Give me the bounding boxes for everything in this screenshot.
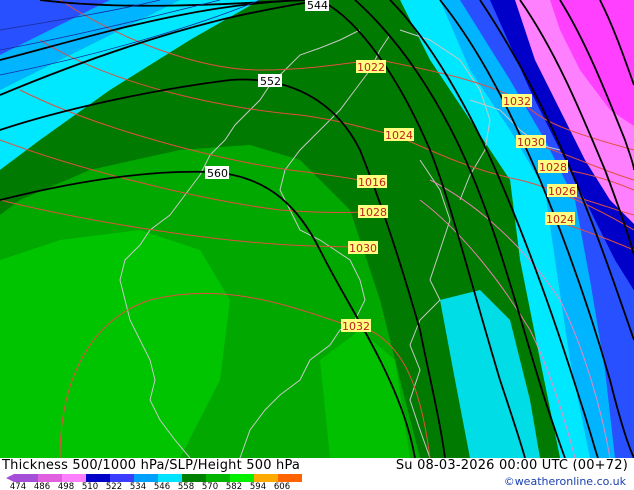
legend-swatch xyxy=(206,474,230,482)
valid-time: Su 08-03-2026 00:00 UTC (00+72) xyxy=(395,458,628,473)
legend-label: 510 xyxy=(82,482,98,489)
slp-label: 1024 xyxy=(385,129,413,142)
legend-label: 486 xyxy=(34,482,50,489)
slp-label: 1030 xyxy=(349,242,377,255)
height-label: 544 xyxy=(307,0,328,12)
slp-label: 1032 xyxy=(503,95,531,108)
weather-map: 544 552 560 1022 1024 1016 1028 1030 103… xyxy=(0,0,634,458)
legend-label: 474 xyxy=(10,482,26,489)
legend-label: 546 xyxy=(154,482,170,489)
legend-swatch xyxy=(86,474,110,482)
legend-swatch xyxy=(14,474,38,482)
legend-label: 534 xyxy=(130,482,146,489)
slp-label: 1028 xyxy=(359,206,387,219)
legend-swatch xyxy=(110,474,134,482)
legend-label: 606 xyxy=(274,482,290,489)
legend-label: 570 xyxy=(202,482,218,489)
slp-label: 1024 xyxy=(546,213,574,226)
slp-label: 1022 xyxy=(357,61,385,74)
legend-swatch xyxy=(158,474,182,482)
legend-label: 558 xyxy=(178,482,194,489)
legend-swatch xyxy=(254,474,278,482)
legend-swatch xyxy=(278,474,302,482)
legend-swatches xyxy=(14,474,302,482)
slp-label: 1016 xyxy=(358,176,386,189)
legend-label: 594 xyxy=(250,482,266,489)
map-title: Thickness 500/1000 hPa/SLP/Height 500 hP… xyxy=(2,458,301,473)
legend-label: 522 xyxy=(106,482,122,489)
legend-labels: 474 486 498 510 522 534 546 558 570 582 594 606 xyxy=(10,482,290,489)
credit-link[interactable]: ©weatheronline.co.uk xyxy=(504,475,626,488)
legend-arrow xyxy=(6,474,14,482)
legend-swatch xyxy=(182,474,206,482)
height-label: 560 xyxy=(207,167,228,180)
slp-label: 1028 xyxy=(539,161,567,174)
legend-swatch xyxy=(134,474,158,482)
footer: Thickness 500/1000 hPa/SLP/Height 500 hP… xyxy=(0,458,634,490)
slp-label: 1032 xyxy=(342,320,370,333)
legend-swatch xyxy=(62,474,86,482)
slp-label: 1030 xyxy=(517,136,545,149)
legend-swatch xyxy=(230,474,254,482)
color-legend: 474 486 498 510 522 534 546 558 570 582 594 606 xyxy=(6,474,302,489)
slp-label: 1026 xyxy=(548,185,576,198)
legend-swatch xyxy=(38,474,62,482)
band-green-light xyxy=(0,230,230,458)
legend-label: 582 xyxy=(226,482,242,489)
legend-label: 498 xyxy=(58,482,74,489)
height-label: 552 xyxy=(260,75,281,88)
